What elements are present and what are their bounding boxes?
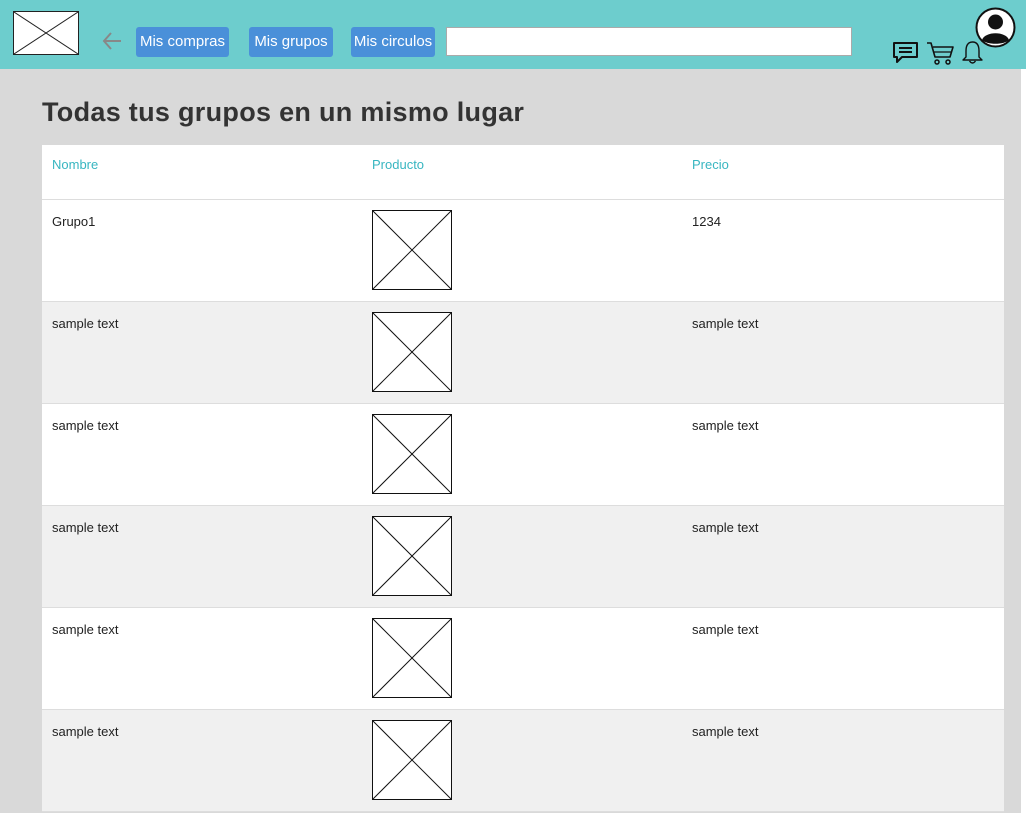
cell-precio: sample text [692,724,759,739]
cell-nombre: sample text [52,316,119,331]
column-header-nombre[interactable]: Nombre [52,157,98,172]
search-input[interactable] [446,27,852,56]
product-image-placeholder-icon [372,414,452,494]
column-header-precio[interactable]: Precio [692,157,729,172]
cell-precio: sample text [692,316,759,331]
groups-table: Nombre Producto Precio Grupo1 1234 sampl… [42,145,1004,812]
table-row[interactable]: sample text sample text [42,302,1004,404]
back-arrow-icon[interactable] [101,29,123,53]
cell-nombre: sample text [52,622,119,637]
cell-precio: sample text [692,418,759,433]
table-header: Nombre Producto Precio [42,145,1004,200]
cell-precio: 1234 [692,214,721,229]
product-image-placeholder-icon [372,312,452,392]
table-row[interactable]: sample text sample text [42,404,1004,506]
nav-button-mis-compras[interactable]: Mis compras [136,27,229,57]
product-image-placeholder-icon [372,720,452,800]
top-bar: Mis compras Mis grupos Mis circulos [0,0,1026,69]
table-row[interactable]: sample text sample text [42,608,1004,710]
product-image-placeholder-icon [372,516,452,596]
table-row[interactable]: sample text sample text [42,710,1004,812]
nav-button-mis-circulos[interactable]: Mis circulos [351,27,435,57]
page-title: Todas tus grupos en un mismo lugar [42,97,525,127]
scrollbar-track[interactable] [1021,69,1026,813]
user-avatar-icon[interactable] [975,7,1016,48]
cell-nombre: Grupo1 [52,214,96,229]
cart-icon[interactable] [926,41,955,66]
chat-icon[interactable] [892,41,919,65]
cell-nombre: sample text [52,724,119,739]
logo-placeholder-icon[interactable] [13,11,79,55]
cell-precio: sample text [692,520,759,535]
product-image-placeholder-icon [372,210,452,290]
table-row[interactable]: Grupo1 1234 [42,200,1004,302]
table-row[interactable]: sample text sample text [42,506,1004,608]
cell-precio: sample text [692,622,759,637]
cell-nombre: sample text [52,520,119,535]
column-header-producto[interactable]: Producto [372,157,424,172]
product-image-placeholder-icon [372,618,452,698]
cell-nombre: sample text [52,418,119,433]
nav-button-mis-grupos[interactable]: Mis grupos [249,27,333,57]
